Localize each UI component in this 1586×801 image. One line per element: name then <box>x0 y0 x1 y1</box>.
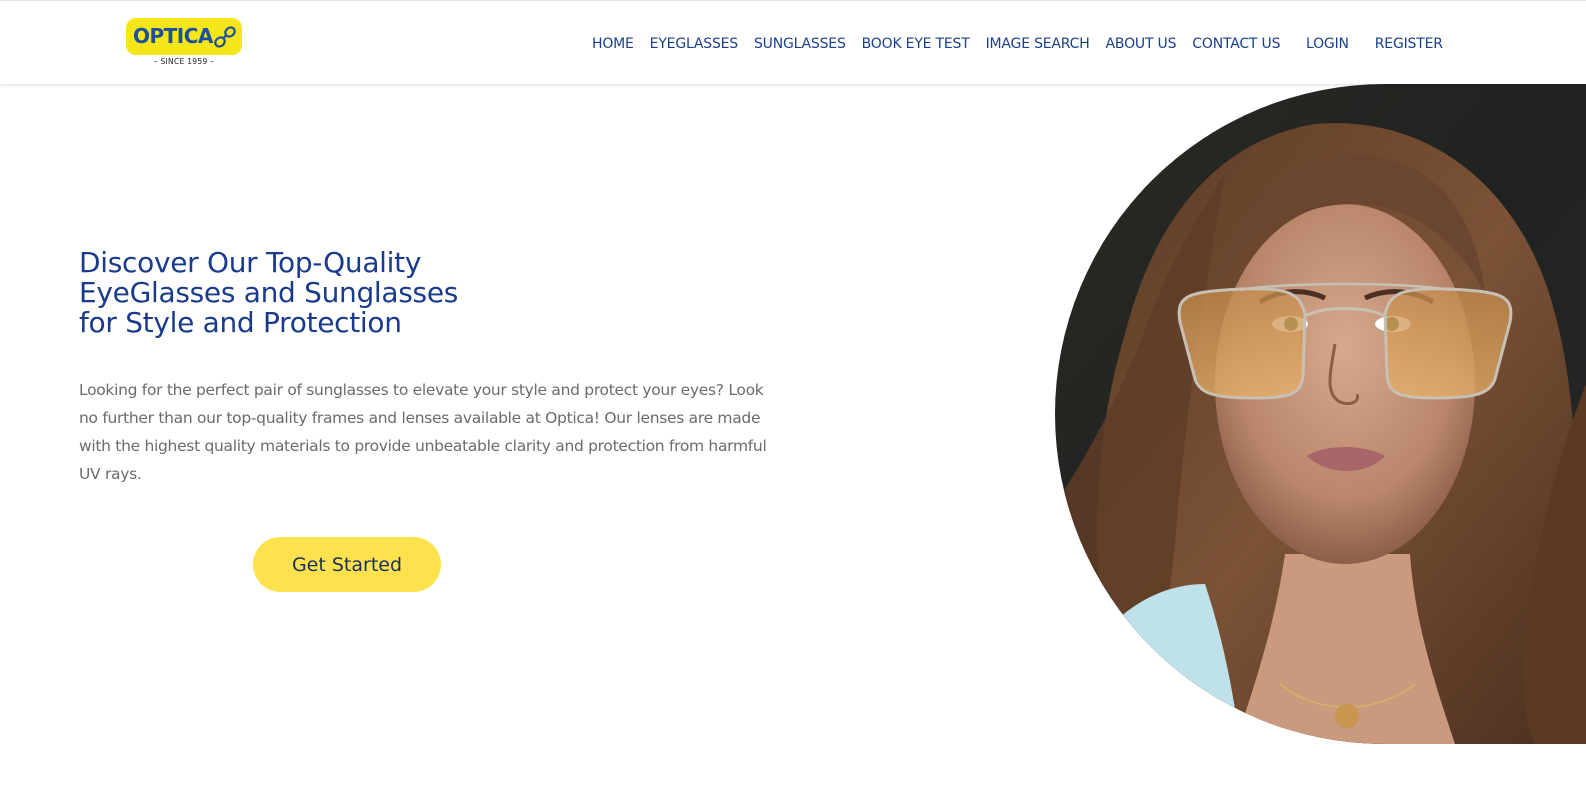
logo-tagline: – SINCE 1959 – <box>153 57 215 66</box>
login-link[interactable]: LOGIN <box>1306 36 1349 52</box>
hero-description: Looking for the perfect pair of sunglass… <box>79 381 767 483</box>
nav-image-search[interactable]: IMAGE SEARCH <box>986 36 1090 52</box>
hero-title-line: EyeGlasses and Sunglasses <box>79 276 459 309</box>
nav-book-eye-test[interactable]: BOOK EYE TEST <box>862 36 970 52</box>
nav-about-us[interactable]: ABOUT US <box>1106 36 1177 52</box>
get-started-button[interactable]: Get Started <box>253 537 441 592</box>
register-link[interactable]: REGISTER <box>1375 36 1443 52</box>
hero-title-line: for Style and Protection <box>79 306 402 339</box>
optica-logo[interactable]: OPTICA – SINCE 1959 – <box>126 18 242 68</box>
nav-sunglasses[interactable]: SUNGLASSES <box>754 36 846 52</box>
hero-title-line: Discover Our Top-Quality <box>79 246 422 279</box>
nav-eyeglasses[interactable]: EYEGLASSES <box>650 36 738 52</box>
nav-contact-us[interactable]: CONTACT US <box>1192 36 1280 52</box>
hero-title: Discover Our Top-Quality EyeGlasses and … <box>79 248 639 338</box>
logo-wordmark: OPTICA <box>133 24 213 48</box>
auth-links: LOGIN REGISTER <box>1306 34 1443 54</box>
main-nav: HOME EYEGLASSES SUNGLASSES BOOK EYE TEST… <box>592 34 1280 54</box>
hero-model-photo <box>1055 84 1586 744</box>
site-header: OPTICA – SINCE 1959 – HOME EYEGLASSES SU… <box>0 0 1586 84</box>
nav-home[interactable]: HOME <box>592 36 634 52</box>
glasses-icon <box>214 26 236 48</box>
